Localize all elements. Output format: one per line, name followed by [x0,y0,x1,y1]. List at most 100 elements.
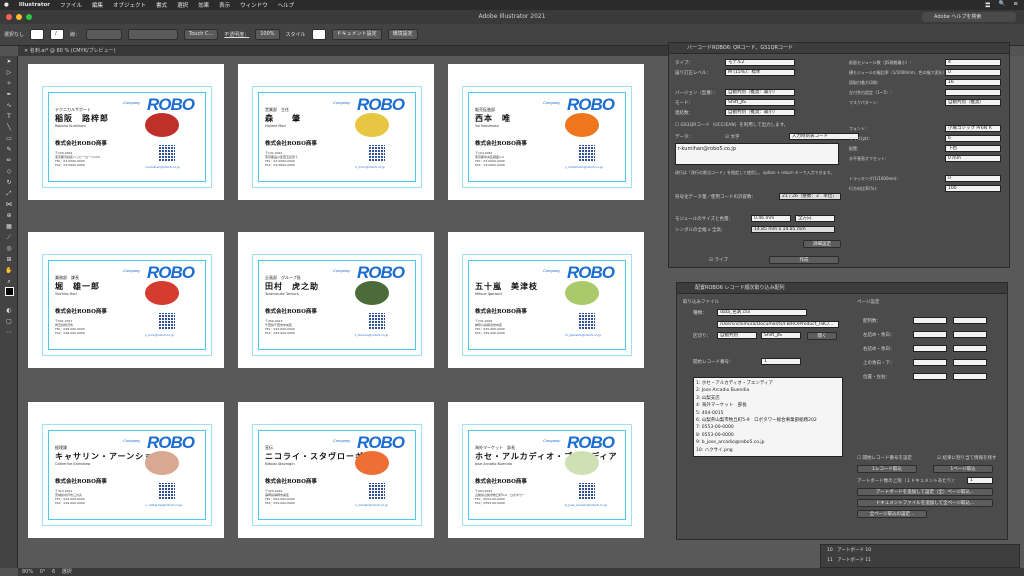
artboard-limit-field[interactable]: 1 [967,477,993,484]
barcode-option-field[interactable]: 下右 [945,145,1001,152]
type-select[interactable]: モデル2 [725,59,795,66]
menu-effect[interactable]: 効果 [198,1,209,9]
page-setting-field[interactable] [913,317,947,324]
pencil-tool-icon[interactable]: ✏ [0,155,18,166]
status-icon[interactable]: 〓 [985,1,991,9]
add-document-import-button[interactable]: ドキュメントファイルを追加して全ページ取込... [857,499,993,507]
page-setting-field[interactable] [913,359,947,366]
version-select[interactable]: 自動判別（推奨：最小） [725,89,795,96]
text-checkbox[interactable]: ☑ 文字 [725,134,739,140]
business-card[interactable]: Company ROBO 企画部 グループ長 田村 虎之助 Toranosuke… [258,260,416,350]
barcode-option-field[interactable]: 0 [945,175,1001,182]
stroke-swatch[interactable]: / [50,29,65,40]
opacity-field[interactable]: 100% [255,29,280,40]
document-settings-button[interactable]: ドキュメント設定 [331,29,382,40]
zoom-window-button[interactable] [26,14,32,20]
apple-icon[interactable]: ● [4,2,9,8]
add-artboard-import-button[interactable]: アートボードを追加して設定（全）ページ取込... [857,488,993,496]
page-setting-field[interactable] [953,373,987,380]
barcode-option-field[interactable]: 4 [945,59,1001,66]
artboard[interactable]: Company ROBO 業務部 課長 堀 雄一郎 Yuichiro Hori … [28,232,224,368]
rotation-value[interactable]: 0° [40,569,46,575]
paintbrush-tool-icon[interactable]: ✎ [0,144,18,155]
encoding-select[interactable]: Shift_JIS [761,332,801,339]
file-path-field[interactable]: /Users/ichimura/Documents/FB/RO/Product_… [717,321,839,328]
data-textarea[interactable]: r-kumihan@robo5.co.jp [675,143,839,165]
record-list[interactable]: 1: ホセ・アルカディオ・ブエンディア 2: Jose Arcadio Buend… [693,377,843,457]
menu-view[interactable]: 表示 [219,1,230,9]
blend-tool-icon[interactable]: ◎ [0,243,18,254]
menu-illustrator[interactable]: Illustrator [19,2,50,8]
rotate-tool-icon[interactable]: ↻ [0,177,18,188]
import-one-page-button[interactable]: 1ページ取込 [933,465,993,473]
business-card[interactable]: Company ROBO 海外マーケット 部長 ホセ・アルカディオ・ブエンディア… [468,430,626,520]
ecc-select[interactable]: M (15%)：標準 [725,69,795,76]
artboard-number[interactable]: 6 [52,569,55,575]
type-tool-icon[interactable]: T [0,111,18,122]
edit-toolbar-icon[interactable]: ⋯ [0,327,18,338]
artboard-row[interactable]: 10 アートボード 10 [827,547,871,553]
page-setting-field[interactable] [913,331,947,338]
menu-type[interactable]: 書式 [156,1,167,9]
scale-tool-icon[interactable]: ⤢ [0,188,18,199]
artboard[interactable]: Company ROBO 経理課 キャサリン・アーンショー Catherine … [28,402,224,538]
menu-edit[interactable]: 編集 [92,1,103,9]
page-setting-field[interactable] [953,345,987,352]
mode-select[interactable]: Shift_JIS [725,99,795,106]
close-window-button[interactable] [6,14,12,20]
direct-selection-tool-icon[interactable]: ▷ [0,67,18,78]
create-button[interactable]: 作成 [769,256,839,264]
barcode-option-field[interactable] [945,89,1001,96]
artboard[interactable]: Company ROBO 五十嵐 美津枝 Mitsue Igarashi 株式会… [448,232,644,368]
menu-file[interactable]: ファイル [60,1,82,9]
start-record-checkbox[interactable]: ☐ 開始レコード番号を設定 [857,455,912,461]
file-select[interactable]: data_名刺.csv [717,309,807,316]
business-card[interactable]: Company ROBO 五十嵐 美津枝 Mitsue Igarashi 株式会… [468,260,626,350]
artboard[interactable]: Company ROBO 企画部 グループ長 田村 虎之助 Toranosuke… [238,232,434,368]
zoom-tool-icon[interactable]: ⌕ [0,276,18,287]
barcode-option-field[interactable]: 100 [945,185,1001,192]
draw-mode-icon[interactable]: ◐ [0,305,18,316]
artboard[interactable]: Company ROBO 海外マーケット 部長 ホセ・アルカディオ・ブエンディア… [448,402,644,538]
preferences-button[interactable]: 環境設定 [387,29,418,40]
pen-tool-icon[interactable]: ✒ [0,89,18,100]
menu-help[interactable]: ヘルプ [278,1,295,9]
all-pages-settings-button[interactable]: 全ページ取込の設定... [857,510,927,518]
rectangle-tool-icon[interactable]: ▭ [0,133,18,144]
list-item[interactable]: 6: 山梨県山梨市牧丘町5-9 ロボタワー総合事業部総務202 [696,417,840,424]
gradient-tool-icon[interactable]: ▦ [0,221,18,232]
artboard-row[interactable]: 11 アートボード 11 [827,557,871,563]
page-setting-field[interactable] [953,359,987,366]
artboard[interactable]: Company ROBO 販売促進部 西本 唯 Yui Nishimoto 株式… [448,64,644,200]
fill-swatch[interactable] [30,29,45,40]
eraser-tool-icon[interactable]: ◇ [0,166,18,177]
start-record-field[interactable]: 1 [761,358,801,365]
control-center-icon[interactable]: ≡ [1013,1,1018,9]
artboard[interactable]: Company ROBO 営業部 主任 森 肇 Hajime Mori 株式会社… [238,64,434,200]
style-swatch[interactable] [311,29,326,40]
list-item[interactable]: 10: ハクサイ.png [696,447,840,454]
list-item[interactable]: 4: 海外マーケット 部長 [696,402,840,409]
list-item[interactable]: 1: ホセ・アルカディオ・ブエンディア [696,380,840,387]
barcode-option-field[interactable]: 自動判別（推奨） [945,99,1001,106]
page-setting-field[interactable] [913,345,947,352]
barcode-option-field[interactable]: 0 [945,69,1001,76]
business-card[interactable]: Company ROBO テクニカルサポート 稲阪 路梓郎 Robono Kum… [48,92,206,182]
list-item[interactable]: 5: 404-0015 [696,410,840,417]
status-mode[interactable]: 選択 [62,569,72,575]
list-item[interactable]: 3: 山梨支店 [696,395,840,402]
connect-select[interactable]: 自動判別（推奨：最小） [725,109,795,116]
gs1-checkbox[interactable]: ☐ GS1QRコード（UCC/EAN）を利用して出力します。 [675,122,788,128]
width-tool-icon[interactable]: ⋈ [0,199,18,210]
minimize-window-button[interactable] [16,14,22,20]
delimiter-select[interactable]: 自動判別 [717,332,757,339]
artboard-tool-icon[interactable]: ⊞ [0,254,18,265]
barcode-option-field[interactable]: 16 [945,79,1001,86]
shape-builder-icon[interactable]: ⊕ [0,210,18,221]
module-direction-select[interactable]: 全方向 [795,215,835,222]
opacity-label[interactable]: 不透明度： [224,31,249,38]
screen-mode-icon[interactable]: ▢ [0,316,18,327]
page-setting-field[interactable] [913,373,947,380]
line-tool-icon[interactable]: ╲ [0,122,18,133]
import-one-record-button[interactable]: 1レコード取込 [857,465,917,473]
